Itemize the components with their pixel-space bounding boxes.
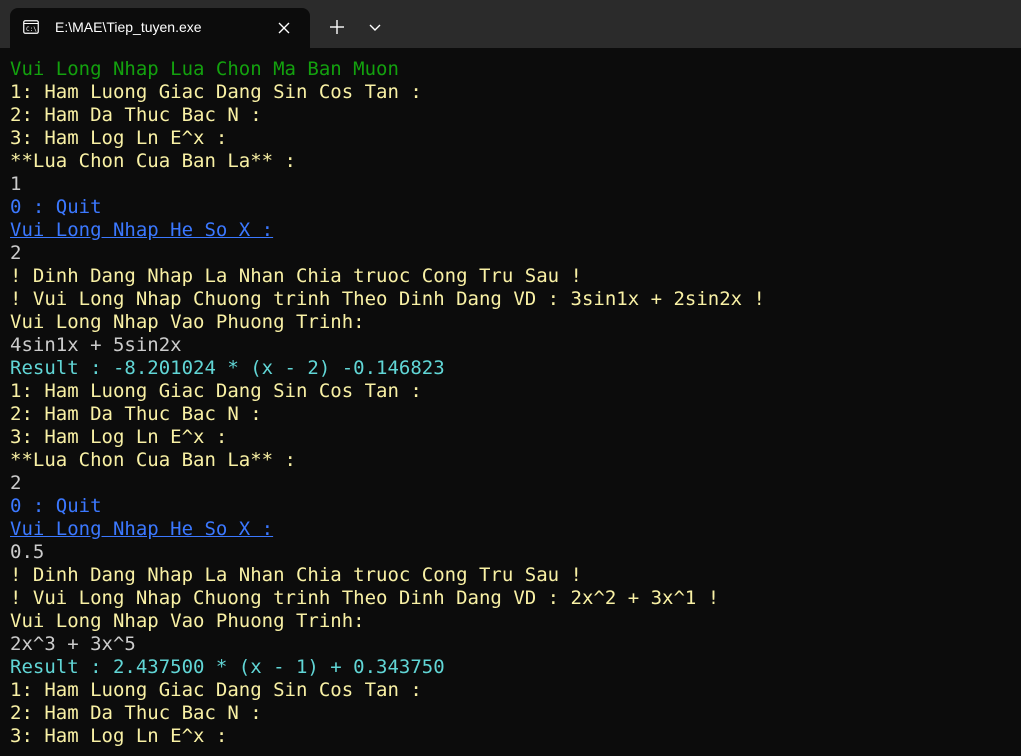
title-bar: C:\ E:\MAE\Tiep_tuyen.exe [0,0,1021,48]
console-line: **Lua Chon Cua Ban La** : [10,150,296,172]
console-line: 1: Ham Luong Giac Dang Sin Cos Tan : [10,679,422,701]
tab-active[interactable]: C:\ E:\MAE\Tiep_tuyen.exe [10,8,310,48]
console-line: 1: Ham Luong Giac Dang Sin Cos Tan : [10,380,422,402]
console-line: 2: Ham Da Thuc Bac N : [10,104,262,126]
svg-text:C:\: C:\ [26,26,37,33]
console-line: 2x^3 + 3x^5 [10,633,136,655]
console-line: 2: Ham Da Thuc Bac N : [10,702,262,724]
plus-icon[interactable] [326,16,348,38]
console-line: 3: Ham Log Ln E^x : [10,725,228,747]
console-line: Vui Long Nhap He So X : [10,518,274,540]
console-line: 1 [10,173,22,195]
console-line: Vui Long Nhap Vao Phuong Trinh: [10,610,365,632]
console-line: 3: Ham Log Ln E^x : [10,127,228,149]
console-output[interactable]: Vui Long Nhap Lua Chon Ma Ban Muon 1: Ham… [10,58,1010,756]
console-line: Result : -8.201024 * (x - 2) -0.146823 [10,357,445,379]
close-icon[interactable] [276,20,292,36]
console-line: 4sin1x + 5sin2x [10,334,182,356]
terminal-icon: C:\ [23,20,39,34]
console-line: ! Vui Long Nhap Chuong trinh Theo Dinh D… [10,587,720,609]
console-line: 3: Ham Log Ln E^x : [10,426,228,448]
console-line: 0.5 [10,541,45,563]
console-line: 0 : Quit [10,196,102,218]
chevron-down-icon[interactable] [366,17,384,37]
console-line: 2 [10,242,22,264]
console-line: ! Dinh Dang Nhap La Nhan Chia truoc Cong… [10,265,582,287]
tab-title: E:\MAE\Tiep_tuyen.exe [55,19,202,35]
console-line: ! Dinh Dang Nhap La Nhan Chia truoc Cong… [10,564,582,586]
console-line: 2 [10,472,22,494]
console-line: Vui Long Nhap Vao Phuong Trinh: [10,311,365,333]
console-line: ! Vui Long Nhap Chuong trinh Theo Dinh D… [10,288,765,310]
console-line: 1: Ham Luong Giac Dang Sin Cos Tan : [10,81,422,103]
console-line: Result : 2.437500 * (x - 1) + 0.343750 [10,656,445,678]
terminal-window: C:\ E:\MAE\Tiep_tuyen.exe Vui Long Nhap … [0,0,1021,756]
console-line: Vui Long Nhap He So X : [10,219,274,241]
console-line: Vui Long Nhap Lua Chon Ma Ban Muon [10,58,399,80]
console-line: 0 : Quit [10,495,102,517]
console-line: 2: Ham Da Thuc Bac N : [10,403,262,425]
console-line: **Lua Chon Cua Ban La** : [10,449,296,471]
